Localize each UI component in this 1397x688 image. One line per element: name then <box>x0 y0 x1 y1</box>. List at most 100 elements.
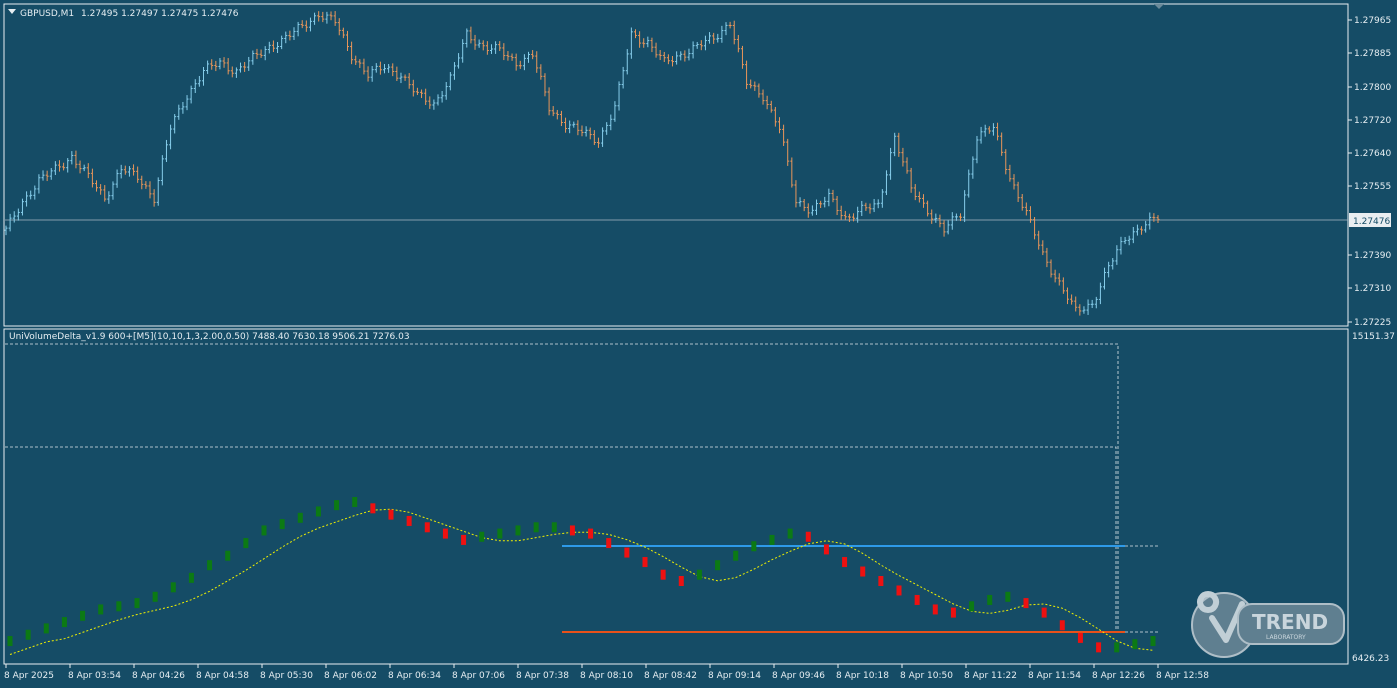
delta-down-mark <box>860 566 866 577</box>
delta-down-mark <box>950 607 956 618</box>
time-tick-label: 8 Apr 08:42 <box>644 671 697 681</box>
delta-down-mark <box>424 522 430 533</box>
time-tick-label: 8 Apr 06:02 <box>324 671 377 681</box>
delta-up-mark <box>170 582 176 593</box>
time-tick-label: 8 Apr 11:54 <box>1028 671 1081 681</box>
price-tick-label: 1.27720 <box>1354 116 1391 126</box>
delta-up-mark <box>7 636 13 647</box>
delta-down-mark <box>442 528 448 539</box>
time-tick-label: 8 Apr 06:34 <box>388 671 441 681</box>
indicator-title: UniVolumeDelta_v1.9 600+[M5](10,10,1,3,2… <box>9 332 410 342</box>
delta-down-mark <box>370 503 376 514</box>
time-tick-label: 8 Apr 12:26 <box>1092 671 1145 681</box>
delta-up-mark <box>533 522 539 533</box>
time-tick-label: 8 Apr 05:30 <box>260 671 313 681</box>
delta-up-mark <box>334 500 340 511</box>
time-tick-label: 8 Apr 2025 <box>4 671 54 681</box>
delta-up-mark <box>207 560 213 571</box>
time-tick-label: 8 Apr 07:38 <box>516 671 569 681</box>
delta-up-mark <box>769 534 775 545</box>
delta-up-mark <box>551 522 557 533</box>
time-tick-label: 8 Apr 11:22 <box>964 671 1017 681</box>
delta-down-mark <box>1023 598 1029 609</box>
delta-down-mark <box>914 594 920 605</box>
delta-down-mark <box>823 544 829 555</box>
time-tick-label: 8 Apr 12:58 <box>1156 671 1209 681</box>
delta-up-mark <box>116 601 122 612</box>
price-tick-label: 1.27310 <box>1354 284 1391 294</box>
indicator-min-label: 6426.23 <box>1352 654 1389 664</box>
delta-up-mark <box>696 569 702 580</box>
time-tick-label: 8 Apr 04:26 <box>132 671 185 681</box>
delta-down-mark <box>678 576 684 586</box>
delta-up-mark <box>43 623 49 634</box>
delta-up-mark <box>497 528 503 539</box>
delta-up-mark <box>751 541 757 552</box>
delta-up-mark <box>188 572 194 583</box>
delta-up-mark <box>80 610 86 621</box>
delta-down-mark <box>896 585 902 596</box>
delta-down-mark <box>569 525 575 536</box>
quote-label: 1.27495 1.27497 1.27475 1.27476 <box>81 9 239 19</box>
delta-up-mark <box>1150 636 1156 647</box>
time-tick-label: 8 Apr 04:58 <box>196 671 249 681</box>
delta-down-mark <box>878 576 884 586</box>
delta-up-mark <box>479 531 485 542</box>
delta-down-mark <box>388 509 394 520</box>
delta-down-mark <box>588 528 594 539</box>
delta-up-mark <box>987 594 993 605</box>
delta-up-mark <box>297 512 303 523</box>
price-tick-label: 1.27225 <box>1354 318 1391 328</box>
price-tick-label: 1.27390 <box>1354 251 1391 261</box>
delta-up-mark <box>969 601 975 612</box>
time-tick-label: 8 Apr 10:18 <box>836 671 889 681</box>
price-tick-label: 1.27965 <box>1354 16 1391 26</box>
time-tick-label: 8 Apr 03:54 <box>68 671 121 681</box>
delta-down-mark <box>660 569 666 580</box>
delta-down-mark <box>642 557 648 568</box>
delta-down-mark <box>406 515 412 526</box>
chart-background <box>0 0 1397 688</box>
delta-down-mark <box>1041 607 1047 618</box>
delta-up-mark <box>315 506 321 517</box>
indicator-max-label: 15151.37 <box>1352 332 1395 342</box>
time-tick-label: 8 Apr 09:14 <box>708 671 761 681</box>
delta-up-mark <box>515 525 521 536</box>
current-price-label: 1.27476 <box>1353 217 1390 227</box>
delta-up-mark <box>261 525 267 536</box>
delta-down-mark <box>1077 632 1083 643</box>
delta-up-mark <box>1114 642 1120 653</box>
delta-down-mark <box>1096 642 1102 653</box>
delta-up-mark <box>61 617 67 628</box>
symbol-label: GBPUSD,M1 <box>20 9 74 19</box>
delta-up-mark <box>733 550 739 561</box>
delta-up-mark <box>352 497 358 507</box>
delta-up-mark <box>243 538 249 549</box>
delta-up-mark <box>25 629 31 640</box>
price-tick-label: 1.27555 <box>1354 182 1391 192</box>
time-tick-label: 8 Apr 09:46 <box>772 671 825 681</box>
price-tick-label: 1.27640 <box>1354 149 1391 159</box>
delta-down-mark <box>624 547 630 558</box>
delta-down-mark <box>842 557 848 568</box>
delta-up-mark <box>225 550 231 561</box>
price-tick-label: 1.27800 <box>1354 83 1391 93</box>
delta-up-mark <box>1132 639 1138 650</box>
price-tick-label: 1.27885 <box>1354 49 1391 59</box>
time-tick-label: 8 Apr 07:06 <box>452 671 505 681</box>
delta-up-mark <box>1005 591 1011 602</box>
delta-down-mark <box>932 604 938 615</box>
delta-up-mark <box>98 604 104 615</box>
delta-up-mark <box>787 528 793 539</box>
logo-name: TREND <box>1252 610 1328 634</box>
delta-up-mark <box>134 598 140 609</box>
logo-sub: LABORATORY <box>1266 634 1306 641</box>
trading-chart: GBPUSD,M1 1.27495 1.27497 1.27475 1.2747… <box>0 0 1397 688</box>
time-tick-label: 8 Apr 08:10 <box>580 671 633 681</box>
time-tick-label: 8 Apr 10:50 <box>900 671 953 681</box>
delta-up-mark <box>715 560 721 571</box>
delta-down-mark <box>461 534 467 545</box>
delta-down-mark <box>1059 620 1065 631</box>
delta-down-mark <box>606 538 612 549</box>
delta-up-mark <box>279 519 285 530</box>
